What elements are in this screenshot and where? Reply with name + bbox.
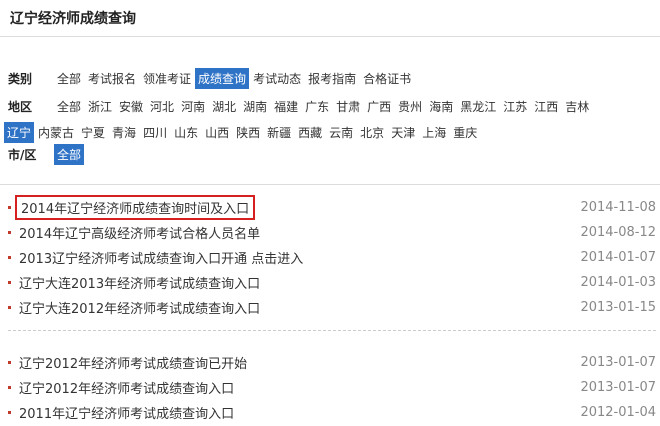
title-divider — [0, 36, 660, 37]
region-option[interactable]: 河南 — [178, 96, 208, 117]
region-option[interactable]: 全部 — [54, 96, 84, 117]
region-option[interactable]: 甘肃 — [333, 96, 363, 117]
news-list-2: 辽宁2012年经济师考试成绩查询已开始 2013-01-07 辽宁2012年经济师考… — [8, 350, 656, 425]
region-option[interactable]: 湖北 — [209, 96, 239, 117]
city-filter-row: 市/区 全部 — [8, 144, 85, 165]
news-date: 2013-01-15 — [580, 300, 656, 315]
news-title-link[interactable]: 辽宁2012年经济师考试成绩查询入口 — [19, 378, 234, 397]
category-option[interactable]: 领准考证 — [140, 68, 194, 89]
region-option[interactable]: 贵州 — [395, 96, 425, 117]
region-option[interactable]: 青海 — [109, 122, 139, 143]
region-label: 地区 — [8, 100, 33, 114]
bullet-icon — [8, 281, 11, 284]
category-option[interactable]: 报考指南 — [305, 68, 359, 89]
bullet-icon — [8, 256, 11, 259]
region-option[interactable]: 黑龙江 — [457, 96, 499, 117]
category-option[interactable]: 合格证书 — [360, 68, 414, 89]
news-title-link[interactable]: 辽宁大连2013年经济师考试成绩查询入口 — [19, 273, 260, 292]
region-option[interactable]: 江西 — [531, 96, 561, 117]
region-option[interactable]: 上海 — [419, 122, 449, 143]
city-option[interactable]: 全部 — [54, 144, 85, 165]
region-option[interactable]: 广西 — [364, 96, 394, 117]
news-date: 2013-01-07 — [580, 355, 656, 370]
region-option[interactable]: 新疆 — [264, 122, 294, 143]
news-item: 辽宁2012年经济师考试成绩查询入口 2013-01-07 — [8, 375, 656, 400]
news-title-link[interactable]: 2013辽宁经济师考试成绩查询入口开通 点击进入 — [19, 248, 303, 267]
bullet-icon — [8, 306, 11, 309]
region-filter-row-2: 辽宁 内蒙古 宁夏 青海 四川 山东 山西 陕西 新疆 西藏 云南 北京 天津 上海 重庆 — [4, 122, 481, 143]
news-title-link[interactable]: 辽宁2012年经济师考试成绩查询已开始 — [19, 353, 247, 372]
news-date: 2014-01-07 — [580, 250, 656, 265]
category-option[interactable]: 全部 — [54, 68, 84, 89]
news-date: 2013-01-07 — [580, 380, 656, 395]
news-list-1: 2014年辽宁经济师成绩查询时间及入口 2014-11-08 2014年辽宁高级经济… — [8, 195, 656, 320]
region-option[interactable]: 天津 — [388, 122, 418, 143]
bullet-icon — [8, 386, 11, 389]
category-option[interactable]: 考试报名 — [85, 68, 139, 89]
news-item: 2014年辽宁经济师成绩查询时间及入口 2014-11-08 — [8, 195, 656, 220]
news-title-link[interactable]: 2014年辽宁高级经济师考试合格人员名单 — [19, 223, 260, 242]
region-option[interactable]: 河北 — [147, 96, 177, 117]
news-title-link[interactable]: 辽宁大连2012年经济师考试成绩查询入口 — [19, 298, 260, 317]
news-date: 2014-01-03 — [580, 275, 656, 290]
region-option[interactable]: 内蒙古 — [35, 122, 77, 143]
region-option[interactable]: 山西 — [202, 122, 232, 143]
news-item: 2014年辽宁高级经济师考试合格人员名单 2014-08-12 — [8, 220, 656, 245]
bullet-icon — [8, 361, 11, 364]
region-filter-row: 地区 全部 浙江 安徽 河北 河南 湖北 湖南 福建 广东 甘肃 广西 贵州 海南 黑龙江 江苏 江西 吉林 — [8, 96, 593, 117]
news-title-link[interactable]: 2011年辽宁经济师考试成绩查询入口 — [19, 403, 234, 422]
news-item: 辽宁2012年经济师考试成绩查询已开始 2013-01-07 — [8, 350, 656, 375]
region-option[interactable]: 山东 — [171, 122, 201, 143]
bullet-icon — [8, 411, 11, 414]
news-date: 2014-08-12 — [580, 225, 656, 240]
region-option[interactable]: 北京 — [357, 122, 387, 143]
region-option[interactable]: 海南 — [426, 96, 456, 117]
news-title-link[interactable]: 2014年辽宁经济师成绩查询时间及入口 — [15, 195, 256, 220]
region-option[interactable]: 安徽 — [116, 96, 146, 117]
news-item: 2013辽宁经济师考试成绩查询入口开通 点击进入 2014-01-07 — [8, 245, 656, 270]
page-title: 辽宁经济师成绩查询 — [10, 11, 136, 27]
region-option[interactable]: 四川 — [140, 122, 170, 143]
region-option[interactable]: 辽宁 — [4, 122, 35, 143]
city-label: 市/区 — [8, 148, 37, 162]
region-option[interactable]: 广东 — [302, 96, 332, 117]
region-option[interactable]: 重庆 — [450, 122, 480, 143]
news-item: 辽宁大连2012年经济师考试成绩查询入口 2013-01-15 — [8, 295, 656, 320]
region-option[interactable]: 云南 — [326, 122, 356, 143]
category-option[interactable]: 成绩查询 — [195, 68, 250, 89]
filter-divider — [0, 184, 660, 185]
news-item: 2011年辽宁经济师考试成绩查询入口 2012-01-04 — [8, 400, 656, 425]
region-option[interactable]: 江苏 — [500, 96, 530, 117]
region-option[interactable]: 福建 — [271, 96, 301, 117]
bullet-icon — [8, 231, 11, 234]
category-filter-row: 类别 全部 考试报名 领准考证 成绩查询 考试动态 报考指南 合格证书 — [8, 68, 415, 89]
region-option[interactable]: 浙江 — [85, 96, 115, 117]
news-divider — [8, 330, 656, 331]
news-date: 2014-11-08 — [580, 200, 656, 215]
category-option[interactable]: 考试动态 — [250, 68, 304, 89]
region-option[interactable]: 西藏 — [295, 122, 325, 143]
category-label: 类别 — [8, 72, 33, 86]
region-option[interactable]: 陕西 — [233, 122, 263, 143]
region-option[interactable]: 湖南 — [240, 96, 270, 117]
news-item: 辽宁大连2013年经济师考试成绩查询入口 2014-01-03 — [8, 270, 656, 295]
news-date: 2012-01-04 — [580, 405, 656, 420]
bullet-icon — [8, 206, 11, 209]
region-option[interactable]: 宁夏 — [78, 122, 108, 143]
region-option[interactable]: 吉林 — [562, 96, 592, 117]
